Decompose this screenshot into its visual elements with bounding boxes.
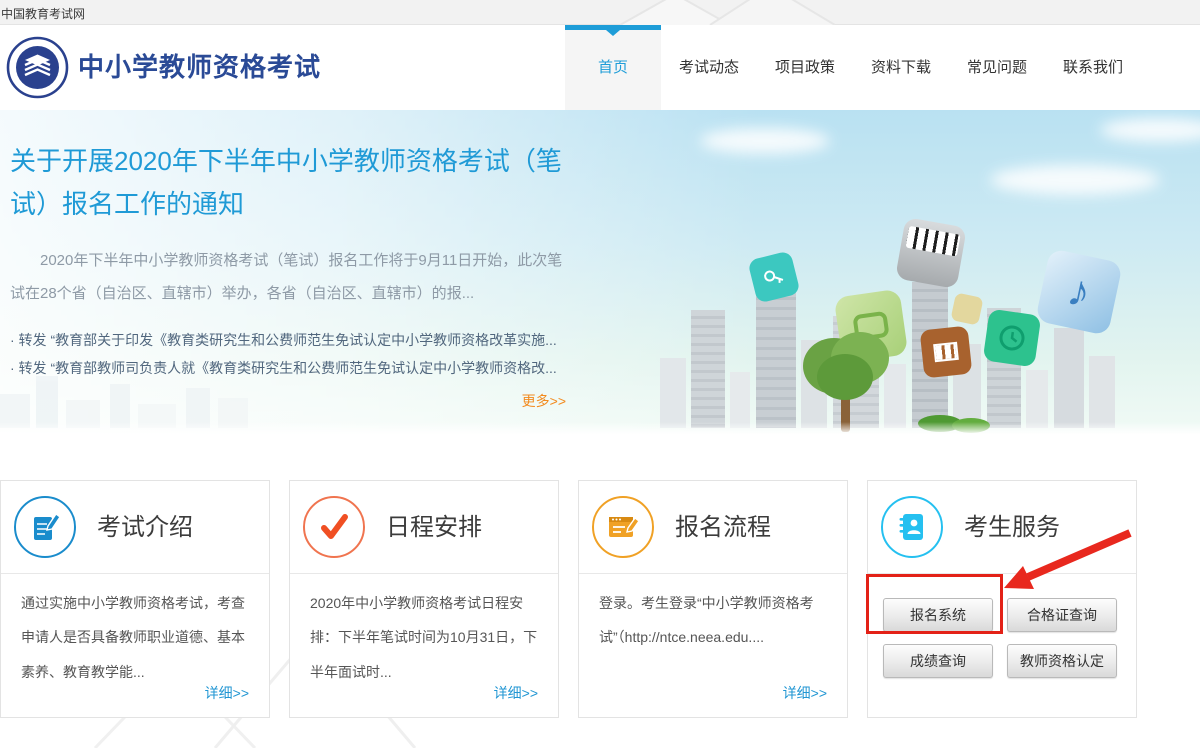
card-title: 日程安排 xyxy=(386,481,482,574)
certificate-query-button[interactable]: 合格证查询 xyxy=(1007,598,1117,632)
news-link[interactable]: · 转发 “教育部教师司负责人就《教育类研究生和公费师范生免试认定中小学教师资格… xyxy=(10,354,566,383)
music-note-glyph: ♪ xyxy=(1063,265,1095,318)
card-body-text: 登录。考生登录“中小学教师资格考试”（http://ntce.neea.edu.… xyxy=(579,574,847,655)
mountain-watermark xyxy=(590,0,890,25)
nav-item-contact[interactable]: 联系我们 xyxy=(1045,25,1141,110)
news-link[interactable]: · 转发 “教育部关于印发《教育类研究生和公费师范生免试认定中小学教师资格改革实… xyxy=(10,326,566,355)
check-icon xyxy=(303,496,365,558)
card-registration-process: 报名流程 登录。考生登录“中小学教师资格考试”（http://ntce.neea… xyxy=(578,480,848,718)
main-nav: 首页 考试动态 项目政策 资料下载 常见问题 联系我们 xyxy=(565,25,1141,110)
cloud-icon xyxy=(1100,118,1200,142)
site-name: 中国教育考试网 xyxy=(1,5,85,22)
card-body-text: 通过实施中小学教师资格考试，考查申请人是否具备教师职业道德、基本素养、教育教学能… xyxy=(1,574,269,689)
form-pencil-icon xyxy=(592,496,654,558)
register-system-button[interactable]: 报名系统 xyxy=(883,598,993,632)
nav-item-home[interactable]: 首页 xyxy=(565,25,661,110)
yellow-cube-icon xyxy=(950,292,983,325)
nav-item-policies[interactable]: 项目政策 xyxy=(757,25,853,110)
card-title: 考试介绍 xyxy=(97,481,193,574)
card-candidate-services: 考生服务 报名系统 合格证查询 成绩查询 教师资格认定 xyxy=(867,480,1137,718)
address-book-icon xyxy=(881,496,943,558)
nav-item-exam-news[interactable]: 考试动态 xyxy=(661,25,757,110)
notice-title-link[interactable]: 关于开展2020年下半年中小学教师资格考试（笔试）报名工作的通知 xyxy=(10,140,566,226)
site-title: 中小学教师资格考试 xyxy=(78,25,321,110)
card-schedule: 日程安排 2020年中小学教师资格考试日程安排：下半年笔试时间为10月31日，下… xyxy=(289,480,559,718)
detail-link[interactable]: 详细>> xyxy=(205,683,249,703)
detail-link[interactable]: 详细>> xyxy=(494,683,538,703)
cloud-icon xyxy=(700,128,830,154)
card-title: 报名流程 xyxy=(675,481,771,574)
service-buttons: 报名系统 合格证查询 成绩查询 教师资格认定 xyxy=(883,598,1117,678)
card-title: 考生服务 xyxy=(964,481,1060,574)
nav-item-downloads[interactable]: 资料下载 xyxy=(853,25,949,110)
header: 中小学教师资格考试 首页 考试动态 项目政策 资料下载 常见问题 联系我们 xyxy=(0,25,1200,110)
music-note-cube-icon: ♪ xyxy=(1035,248,1123,336)
notice-summary: 2020年下半年中小学教师资格考试（笔试）报名工作将于9月11日开始，此次笔试在… xyxy=(10,244,566,310)
top-strip: 中国教育考试网 xyxy=(0,0,1200,25)
document-pencil-icon xyxy=(14,496,76,558)
ntce-logo[interactable] xyxy=(6,36,69,99)
detail-link[interactable]: 详细>> xyxy=(783,683,827,703)
piano-cube-icon xyxy=(895,217,967,289)
tree-icon xyxy=(795,332,895,432)
card-exam-intro: 考试介绍 通过实施中小学教师资格考试，考查申请人是否具备教师职业道德、基本素养、… xyxy=(0,480,270,718)
hero-content: 关于开展2020年下半年中小学教师资格考试（笔试）报名工作的通知 2020年下半… xyxy=(10,140,566,411)
nav-item-faq[interactable]: 常见问题 xyxy=(949,25,1045,110)
hero-banner: ♪ 关于开展2020年下半年中小学教师资格考试（笔试）报名工作的通知 2020年… xyxy=(0,110,1200,440)
calculator-cube-icon xyxy=(920,326,973,379)
score-query-button[interactable]: 成绩查询 xyxy=(883,644,993,678)
feature-cards: 考试介绍 通过实施中小学教师资格考试，考查申请人是否具备教师职业道德、基本素养、… xyxy=(0,480,1137,718)
qualification-recognition-button[interactable]: 教师资格认定 xyxy=(1007,644,1117,678)
card-body-text: 2020年中小学教师资格考试日程安排：下半年笔试时间为10月31日，下半年面试时… xyxy=(290,574,558,689)
clock-cube-icon xyxy=(983,309,1042,368)
cloud-icon xyxy=(990,165,1160,195)
more-link[interactable]: 更多>> xyxy=(10,391,566,411)
ground xyxy=(0,422,1200,440)
